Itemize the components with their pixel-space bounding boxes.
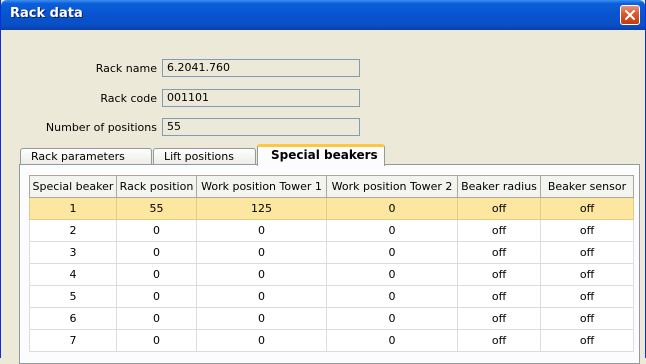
table-cell[interactable]: 5 xyxy=(29,285,117,308)
rack-code-field[interactable]: 001101 xyxy=(162,89,360,107)
tab-rack-parameters[interactable]: Rack parameters xyxy=(20,148,152,165)
table-cell[interactable]: 0 xyxy=(326,307,458,330)
special-beakers-table: Special beaker Rack position Work positi… xyxy=(29,175,634,352)
table-cell[interactable]: 0 xyxy=(116,307,197,330)
table-cell[interactable]: off xyxy=(540,241,634,264)
table-cell[interactable]: 6 xyxy=(29,307,117,330)
rack-data-dialog: Rack data Rack name 6.2041.760 Rack code… xyxy=(0,0,646,364)
table-cell[interactable]: 2 xyxy=(29,219,117,242)
table-cell[interactable]: off xyxy=(540,285,634,308)
table-cell[interactable]: 55 xyxy=(116,197,197,220)
close-button[interactable] xyxy=(620,5,640,25)
table-row[interactable]: 5 0 0 0 off off xyxy=(29,285,634,308)
positions-label: Number of positions xyxy=(45,121,157,134)
table-cell[interactable]: off xyxy=(457,219,541,242)
window-title: Rack data xyxy=(10,6,83,21)
table-cell[interactable]: off xyxy=(457,241,541,264)
table-cell[interactable]: 0 xyxy=(196,307,327,330)
table-row[interactable]: 6 0 0 0 off off xyxy=(29,307,634,330)
table-cell[interactable]: 0 xyxy=(196,263,327,286)
table-cell[interactable]: 0 xyxy=(116,285,197,308)
title-bar[interactable]: Rack data xyxy=(1,0,645,30)
tab-special-beakers[interactable]: Special beakers xyxy=(257,144,385,166)
table-cell[interactable]: 0 xyxy=(326,263,458,286)
tab-lift-positions[interactable]: Lift positions xyxy=(153,148,256,165)
table-cell[interactable]: 125 xyxy=(196,197,327,220)
table-cell[interactable]: off xyxy=(540,307,634,330)
table-cell[interactable]: off xyxy=(457,329,541,352)
table-header-row: Special beaker Rack position Work positi… xyxy=(29,175,634,198)
table-cell[interactable]: 7 xyxy=(29,329,117,352)
table-cell[interactable]: 0 xyxy=(196,241,327,264)
table-cell[interactable]: 0 xyxy=(326,197,458,220)
table-cell[interactable]: off xyxy=(540,329,634,352)
rack-code-label: Rack code xyxy=(100,92,157,105)
table-cell[interactable]: off xyxy=(457,285,541,308)
column-header[interactable]: Work position Tower 2 xyxy=(326,175,458,198)
table-cell[interactable]: 0 xyxy=(116,241,197,264)
table-cell[interactable]: 0 xyxy=(116,263,197,286)
table-cell[interactable]: off xyxy=(457,263,541,286)
rack-name-field[interactable]: 6.2041.760 xyxy=(162,59,360,77)
positions-field[interactable]: 55 xyxy=(162,118,360,136)
column-header[interactable]: Beaker radius xyxy=(457,175,541,198)
table-row[interactable]: 4 0 0 0 off off xyxy=(29,263,634,286)
table-cell[interactable]: off xyxy=(540,263,634,286)
table-row[interactable]: 1 55 125 0 off off xyxy=(29,197,634,220)
table-cell[interactable]: off xyxy=(457,197,541,220)
table-cell[interactable]: 0 xyxy=(326,329,458,352)
table-cell[interactable]: off xyxy=(457,307,541,330)
table-cell[interactable]: 3 xyxy=(29,241,117,264)
table-row[interactable]: 2 0 0 0 off off xyxy=(29,219,634,242)
column-header[interactable]: Special beaker xyxy=(29,175,117,198)
table-row[interactable]: 7 0 0 0 off off xyxy=(29,329,634,352)
close-icon xyxy=(625,10,635,20)
table-cell[interactable]: 0 xyxy=(196,219,327,242)
table-cell[interactable]: 0 xyxy=(196,285,327,308)
table-cell[interactable]: 0 xyxy=(196,329,327,352)
table-row[interactable]: 3 0 0 0 off off xyxy=(29,241,634,264)
column-header[interactable]: Work position Tower 1 xyxy=(196,175,327,198)
rack-name-label: Rack name xyxy=(95,62,157,75)
table-cell[interactable]: off xyxy=(540,197,634,220)
table-cell[interactable]: 0 xyxy=(326,219,458,242)
column-header[interactable]: Rack position xyxy=(116,175,197,198)
table-cell[interactable]: 0 xyxy=(326,285,458,308)
table-cell[interactable]: off xyxy=(540,219,634,242)
table-cell[interactable]: 0 xyxy=(116,219,197,242)
table-cell[interactable]: 0 xyxy=(116,329,197,352)
table-cell[interactable]: 0 xyxy=(326,241,458,264)
table-cell[interactable]: 4 xyxy=(29,263,117,286)
table-cell[interactable]: 1 xyxy=(29,197,117,220)
column-header[interactable]: Beaker sensor xyxy=(540,175,634,198)
